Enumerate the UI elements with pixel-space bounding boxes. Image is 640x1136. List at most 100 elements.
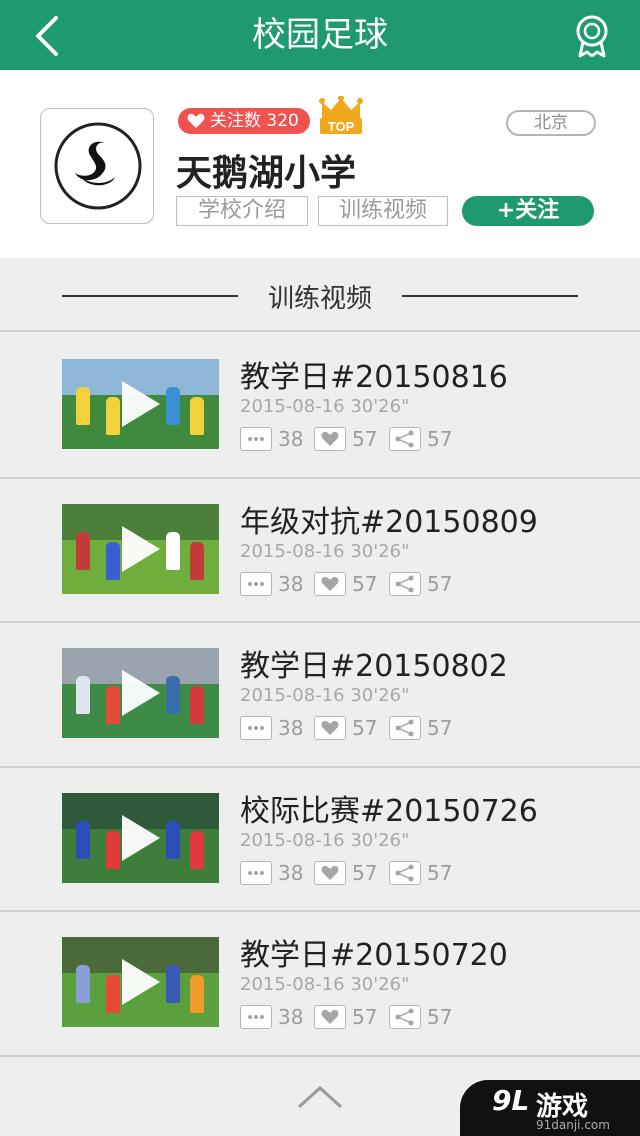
thumbnail-player bbox=[190, 397, 204, 435]
share-count: 57 bbox=[427, 716, 453, 740]
video-thumbnail[interactable] bbox=[62, 503, 219, 594]
play-icon[interactable] bbox=[122, 525, 160, 572]
watermark-logo: 9L bbox=[492, 1084, 530, 1117]
heart-icon bbox=[314, 571, 346, 596]
heart-icon bbox=[314, 716, 346, 740]
video-title: 教学日#20150802 bbox=[240, 649, 508, 684]
thumbnail-player bbox=[106, 830, 120, 869]
award-ribbon-icon bbox=[576, 15, 608, 58]
thumbnail-player bbox=[76, 531, 90, 570]
like-count: 57 bbox=[352, 716, 378, 740]
thumbnail-player bbox=[190, 541, 204, 580]
play-icon[interactable] bbox=[122, 959, 160, 1005]
thumbnail-player bbox=[106, 686, 120, 724]
comment-count-stat[interactable]: 38 bbox=[240, 860, 303, 886]
like-count-stat[interactable]: 57 bbox=[314, 1004, 377, 1030]
comment-count-stat[interactable]: 38 bbox=[240, 715, 303, 741]
comment-dots-icon bbox=[240, 1005, 272, 1029]
share-count: 57 bbox=[427, 860, 453, 885]
watermark-url: 91danji.com bbox=[536, 1118, 610, 1132]
comment-count-stat[interactable]: 38 bbox=[240, 1004, 303, 1030]
site-watermark: 9L 游戏 91danji.com bbox=[460, 1080, 640, 1136]
video-thumbnail[interactable] bbox=[62, 648, 219, 738]
share-count-stat[interactable]: 57 bbox=[389, 426, 452, 452]
like-count-stat[interactable]: 57 bbox=[314, 715, 377, 741]
award-button[interactable] bbox=[570, 12, 614, 58]
scroll-top-button[interactable] bbox=[296, 1082, 344, 1112]
comment-count: 38 bbox=[278, 1005, 304, 1029]
video-meta: 2015-08-16 30'26" bbox=[240, 396, 410, 417]
share-icon bbox=[389, 860, 421, 885]
thumbnail-player bbox=[190, 975, 204, 1013]
share-icon bbox=[389, 716, 421, 740]
like-count: 57 bbox=[352, 1005, 378, 1029]
comment-count: 38 bbox=[278, 571, 304, 596]
video-meta: 2015-08-16 30'26" bbox=[240, 829, 410, 851]
thumbnail-player bbox=[166, 965, 180, 1003]
school-name: 天鹅湖小学 bbox=[176, 153, 357, 194]
video-item[interactable]: 教学日#20150816 2015-08-16 30'26" 38 57 57 bbox=[0, 334, 640, 479]
video-title: 教学日#20150720 bbox=[240, 938, 508, 973]
school-logo bbox=[40, 108, 154, 224]
video-item[interactable]: 年级对抗#20150809 2015-08-16 30'26" 38 57 57 bbox=[0, 478, 640, 623]
video-item[interactable]: 教学日#20150720 2015-08-16 30'26" 38 57 57 bbox=[0, 912, 640, 1057]
share-count-stat[interactable]: 57 bbox=[389, 860, 452, 886]
video-thumbnail[interactable] bbox=[62, 359, 219, 449]
like-count: 57 bbox=[352, 571, 378, 596]
thumbnail-player bbox=[190, 686, 204, 724]
video-title: 校际比赛#20150726 bbox=[240, 793, 538, 829]
share-count: 57 bbox=[427, 427, 453, 451]
page-title: 校园足球 bbox=[252, 15, 388, 55]
thumbnail-player bbox=[190, 830, 204, 869]
share-count: 57 bbox=[427, 1005, 453, 1029]
video-meta: 2015-08-16 30'26" bbox=[240, 540, 410, 562]
video-item[interactable]: 校际比赛#20150726 2015-08-16 30'26" 38 57 57 bbox=[0, 767, 640, 912]
video-item[interactable]: 教学日#20150802 2015-08-16 30'26" 38 57 57 bbox=[0, 623, 640, 768]
city-tag: 北京 bbox=[506, 110, 596, 136]
like-count-stat[interactable]: 57 bbox=[314, 860, 377, 886]
share-icon bbox=[389, 1005, 421, 1029]
thumbnail-player bbox=[106, 397, 120, 435]
video-meta: 2015-08-16 30'26" bbox=[240, 974, 410, 995]
video-title: 教学日#20150816 bbox=[240, 360, 508, 395]
thumbnail-player bbox=[76, 676, 90, 714]
comment-count: 38 bbox=[278, 427, 304, 451]
tab-training-videos[interactable]: 训练视频 bbox=[318, 196, 448, 226]
share-count: 57 bbox=[427, 571, 453, 596]
like-count-stat[interactable]: 57 bbox=[314, 571, 377, 597]
school-profile: 关注数 320 TOP 北京 天鹅湖小学 学校介绍 训练视频 +关注 bbox=[0, 70, 640, 258]
heart-icon bbox=[314, 1005, 346, 1029]
play-icon[interactable] bbox=[122, 381, 160, 427]
follow-count-badge: 关注数 320 bbox=[178, 108, 310, 134]
thumbnail-player bbox=[166, 531, 180, 570]
chevron-up-icon bbox=[298, 1086, 342, 1108]
play-icon[interactable] bbox=[122, 814, 160, 861]
play-icon[interactable] bbox=[122, 670, 160, 716]
top-badge: TOP bbox=[318, 95, 364, 134]
video-thumbnail[interactable] bbox=[62, 792, 219, 883]
thumbnail-player bbox=[106, 541, 120, 580]
follow-button[interactable]: +关注 bbox=[462, 196, 594, 226]
like-count-stat[interactable]: 57 bbox=[314, 426, 377, 452]
video-thumbnail[interactable] bbox=[62, 937, 219, 1027]
share-count-stat[interactable]: 57 bbox=[389, 715, 452, 741]
section-header: 训练视频 bbox=[0, 258, 640, 332]
comment-count-stat[interactable]: 38 bbox=[240, 426, 303, 452]
video-meta: 2015-08-16 30'26" bbox=[240, 685, 410, 706]
comment-count-stat[interactable]: 38 bbox=[240, 571, 303, 597]
like-count: 57 bbox=[352, 427, 378, 451]
comment-count: 38 bbox=[278, 860, 304, 885]
thumbnail-player bbox=[76, 387, 90, 425]
comment-dots-icon bbox=[240, 716, 272, 740]
share-count-stat[interactable]: 57 bbox=[389, 1004, 452, 1030]
heart-icon bbox=[187, 113, 205, 128]
share-count-stat[interactable]: 57 bbox=[389, 571, 452, 597]
thumbnail-player bbox=[166, 820, 180, 859]
comment-dots-icon bbox=[240, 427, 272, 451]
like-count: 57 bbox=[352, 860, 378, 885]
comment-dots-icon bbox=[240, 860, 272, 885]
share-icon bbox=[389, 571, 421, 596]
thumbnail-player bbox=[76, 965, 90, 1003]
tab-school-intro[interactable]: 学校介绍 bbox=[176, 196, 308, 226]
thumbnail-player bbox=[166, 387, 180, 425]
